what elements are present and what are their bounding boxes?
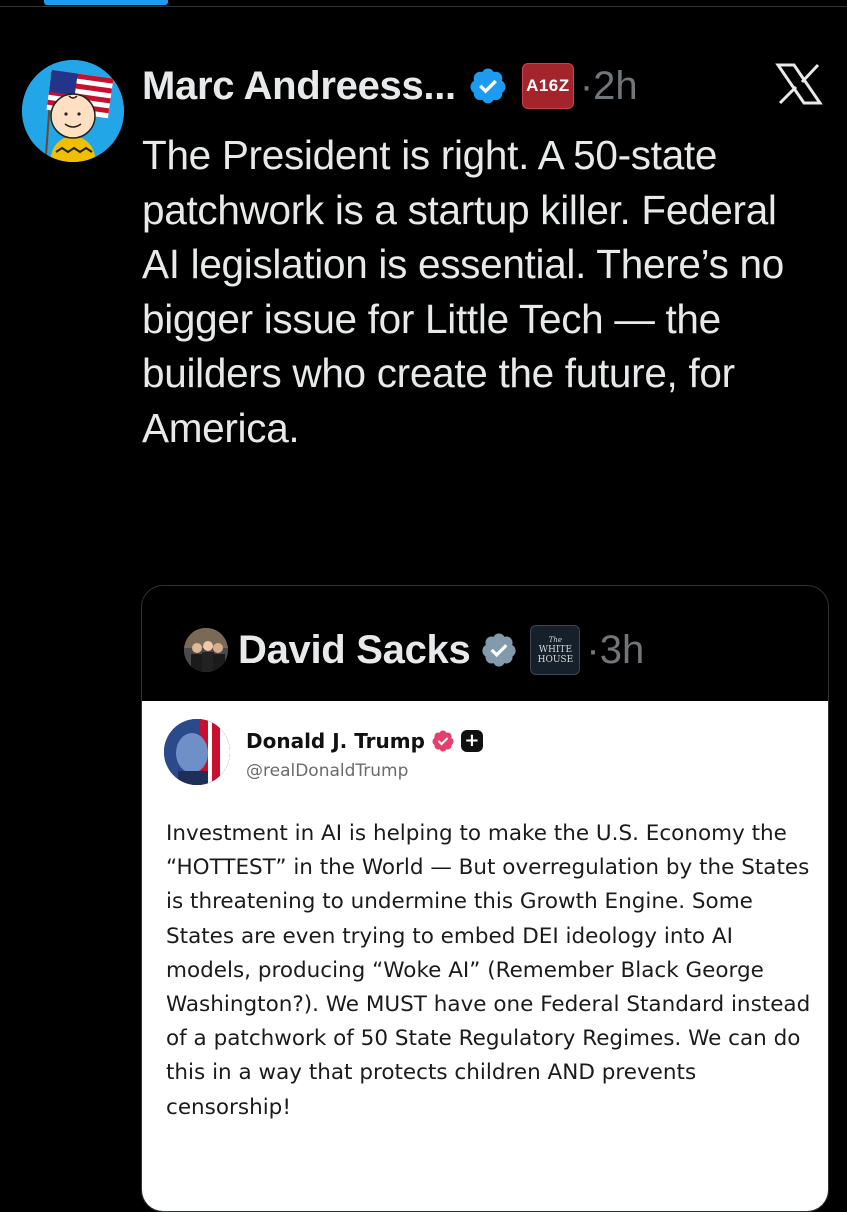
timestamp[interactable]: ·2h xyxy=(580,64,638,109)
quoted-author-avatar[interactable] xyxy=(184,628,228,672)
tweet-header: Marc Andreess... A16Z ·2h xyxy=(142,60,638,112)
quoted-timestamp[interactable]: ·3h xyxy=(586,628,644,673)
embedded-post-text: Investment in AI is helping to make the … xyxy=(166,821,811,1120)
verified-badge-icon xyxy=(431,729,455,753)
white-house-badge[interactable]: The WHITE HOUSE xyxy=(530,625,581,675)
gray-verified-badge-icon xyxy=(480,631,518,669)
tweet-text: The President is right. A 50-state patch… xyxy=(142,132,784,451)
author-avatar[interactable] xyxy=(22,60,124,162)
affiliation-badge[interactable]: A16Z xyxy=(521,63,574,109)
author-name[interactable]: Marc Andreess... xyxy=(142,64,456,109)
embedded-author-avatar xyxy=(164,719,230,785)
quoted-author-name[interactable]: David Sacks xyxy=(238,628,471,673)
badge-line: HOUSE xyxy=(537,655,574,665)
group-photo-avatar-icon xyxy=(184,628,228,672)
embedded-name-row: Donald J. Trump + xyxy=(246,727,483,755)
quoted-tweet-card[interactable]: David Sacks The WHITE HOUSE ·3h Donald J… xyxy=(141,585,829,1212)
embedded-post-image[interactable]: Donald J. Trump + @realDonaldTrump Inves… xyxy=(142,701,828,1211)
divider xyxy=(0,6,847,7)
tab-indicator xyxy=(44,0,168,5)
portrait-flag-avatar-icon xyxy=(164,719,230,785)
plus-badge-icon: + xyxy=(460,730,483,752)
quoted-tweet-header: David Sacks The WHITE HOUSE ·3h xyxy=(184,624,644,676)
charlie-brown-flag-avatar-icon xyxy=(22,60,124,162)
x-logo-icon xyxy=(774,62,824,106)
verified-badge-icon xyxy=(468,66,508,106)
embedded-author-name: Donald J. Trump xyxy=(246,729,425,753)
badge-line: WHITE xyxy=(538,645,573,655)
embedded-author-handle: @realDonaldTrump xyxy=(246,761,409,781)
badge-line: The xyxy=(548,636,563,644)
